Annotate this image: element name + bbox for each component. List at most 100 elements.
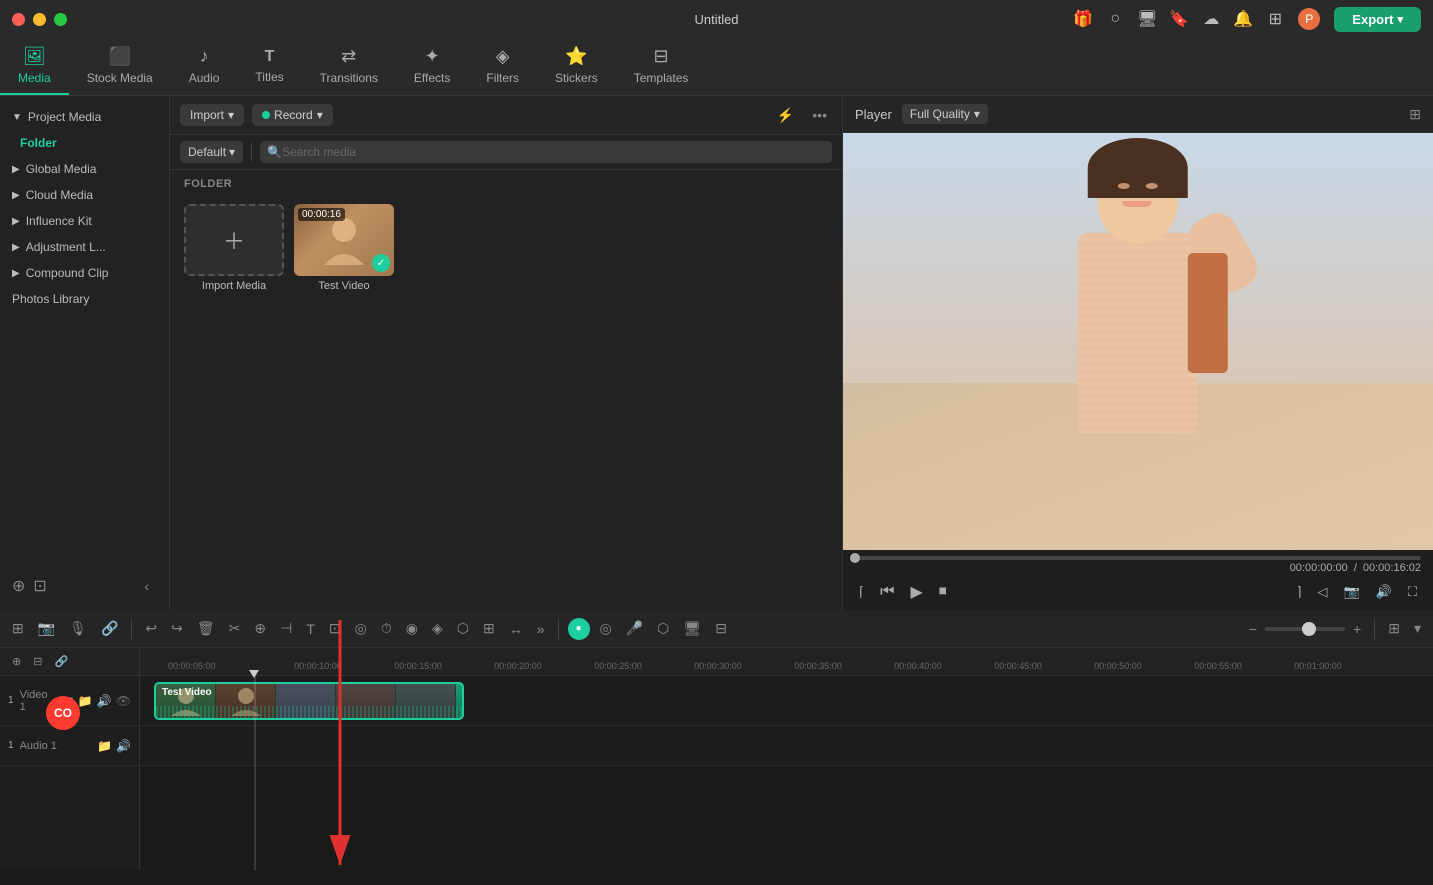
mic-button[interactable]: 🎤 <box>622 618 647 639</box>
filter-icon[interactable]: ⚡ <box>772 105 799 126</box>
color-button[interactable]: ⬡ <box>453 618 473 639</box>
minimize-button[interactable] <box>33 13 46 26</box>
sidebar-item-adjustment[interactable]: ▶ Adjustment L... <box>0 234 169 260</box>
sidebar-item-project-media[interactable]: ▼ Project Media <box>0 104 169 130</box>
collapse-icon[interactable]: ‹ <box>136 570 157 602</box>
layout-button[interactable]: ⊞ <box>1384 618 1404 639</box>
mark-out-button[interactable]: ⌉ <box>1292 582 1305 602</box>
add-track-icon[interactable]: ⊞ <box>8 618 28 639</box>
add-item-icon[interactable]: ⊡ <box>33 576 46 596</box>
zoom-thumb[interactable] <box>1302 622 1316 636</box>
tab-templates[interactable]: ⊟ Templates <box>616 38 707 95</box>
camera-track-icon[interactable]: 📷 <box>34 618 59 639</box>
record-button[interactable]: Record ▾ <box>252 104 333 126</box>
split-button[interactable]: ⊣ <box>276 618 296 639</box>
player-video <box>843 133 1433 550</box>
transition-tl-button[interactable]: ↔ <box>505 619 527 639</box>
play-button[interactable]: ▶ <box>906 580 926 604</box>
sidebar-item-global-media[interactable]: ▶ Global Media <box>0 156 169 182</box>
stop-button[interactable]: ⏹ <box>935 581 951 603</box>
zoom-slider[interactable] <box>1265 627 1345 631</box>
add-folder-icon[interactable]: ⊕ <box>12 576 25 596</box>
layout-chevron-button[interactable]: ▾ <box>1410 618 1425 639</box>
avatar-icon[interactable]: P <box>1298 8 1320 30</box>
audio-volume-icon[interactable]: 🔊 <box>116 739 131 753</box>
sidebar-item-influence-kit[interactable]: ▶ Influence Kit <box>0 208 169 234</box>
apps-icon[interactable]: ⊞ <box>1266 10 1284 28</box>
audio-track-icon[interactable]: 🎙 <box>65 618 91 639</box>
mark-in-button[interactable]: ⌈ <box>855 582 868 602</box>
zoom-out-button[interactable]: − <box>1245 619 1261 639</box>
screen-button[interactable]: 🖥 <box>679 618 705 639</box>
fullscreen-button[interactable]: ⛶ <box>1404 582 1421 602</box>
add-video-track-icon[interactable]: ⊕ <box>8 653 25 670</box>
video-folder-icon[interactable]: 📁 <box>78 694 93 708</box>
motion-button[interactable]: ◉ <box>402 618 422 639</box>
step-back-button[interactable]: ⏮ <box>876 581 898 603</box>
timer-button[interactable]: ⏱ <box>377 618 396 639</box>
close-button[interactable] <box>12 13 25 26</box>
player-progress[interactable]: 00:00:00:00 / 00:00:16:02 <box>843 550 1433 576</box>
tab-audio[interactable]: ♪ Audio <box>171 38 238 95</box>
progress-handle[interactable] <box>850 553 860 563</box>
progress-bar[interactable] <box>855 556 1421 560</box>
video-eye-icon[interactable]: 👁 <box>116 694 131 708</box>
gift-icon[interactable]: 🎁 <box>1074 10 1092 28</box>
tab-titles[interactable]: T Titles <box>237 38 301 95</box>
monitor-icon[interactable]: 🖥 <box>1138 10 1156 28</box>
prev-frame-button[interactable]: ◁ <box>1314 582 1332 602</box>
playhead-button[interactable]: ● <box>568 618 590 640</box>
tab-stock-media[interactable]: ⬛ Stock Media <box>69 38 171 95</box>
import-button[interactable]: Import ▾ <box>180 104 244 126</box>
search-wrapper: 🔍 <box>260 141 832 163</box>
pip-button[interactable]: ⊟ <box>711 618 731 639</box>
video-volume-icon[interactable]: 🔊 <box>97 694 112 708</box>
ai-button[interactable]: » <box>533 619 549 639</box>
sidebar-item-folder[interactable]: Folder <box>0 130 169 156</box>
playhead[interactable] <box>254 676 256 870</box>
snapshot-button[interactable]: 📷 <box>1340 582 1364 602</box>
test-video-item[interactable]: 00:00:16 ✓ Test Video <box>294 204 394 600</box>
tab-filters[interactable]: ◈ Filters <box>468 38 537 95</box>
track-settings-icon[interactable]: ⊟ <box>29 653 46 670</box>
sidebar-item-cloud-media[interactable]: ▶ Cloud Media <box>0 182 169 208</box>
player-grid-icon[interactable]: ⊞ <box>1409 106 1421 123</box>
mask-button[interactable]: ◎ <box>351 618 371 639</box>
undo-button[interactable]: ↩ <box>141 618 161 639</box>
timeline-clip[interactable]: Test Video <box>154 682 464 720</box>
tab-media[interactable]: 🖼 Media <box>0 38 69 95</box>
sidebar-item-photos-library[interactable]: Photos Library <box>0 286 169 312</box>
more-options-icon[interactable]: ••• <box>807 105 832 125</box>
crop-button[interactable]: ⊡ <box>325 618 345 639</box>
stabilize-button[interactable]: ◈ <box>428 618 447 639</box>
bell-icon[interactable]: 🔔 <box>1234 10 1252 28</box>
track-link-icon[interactable]: 🔗 <box>50 653 72 670</box>
text-tool-button[interactable]: T <box>302 619 319 639</box>
quality-selector[interactable]: Full Quality ▾ <box>902 104 988 124</box>
export-button[interactable]: Export <box>1334 7 1421 32</box>
maximize-button[interactable] <box>54 13 67 26</box>
tab-stickers-label: Stickers <box>555 71 598 85</box>
search-input[interactable] <box>260 141 832 163</box>
circle-icon[interactable]: ○ <box>1106 10 1124 28</box>
tab-effects[interactable]: ✦ Effects <box>396 38 468 95</box>
sidebar-project-section: ▼ Project Media Folder ▶ Global Media ▶ … <box>0 96 169 320</box>
link-track-icon[interactable]: 🔗 <box>97 618 122 639</box>
adjust-button[interactable]: ⊞ <box>479 618 499 639</box>
volume-button[interactable]: 🔊 <box>1372 582 1396 602</box>
redo-button[interactable]: ↪ <box>167 618 187 639</box>
tab-stickers[interactable]: ⭐ Stickers <box>537 38 616 95</box>
cloud-icon[interactable]: ☁ <box>1202 10 1220 28</box>
bookmark-icon[interactable]: 🔖 <box>1170 10 1188 28</box>
tab-transitions[interactable]: ⇄ Transitions <box>302 38 396 95</box>
delete-button[interactable]: 🗑 <box>193 618 219 639</box>
cut-button[interactable]: ✂ <box>225 618 245 639</box>
sort-button[interactable]: Default ▾ <box>180 141 243 163</box>
add-clip-button[interactable]: ⊕ <box>250 618 270 639</box>
ai2-button[interactable]: ⬡ <box>653 618 673 639</box>
zoom-in-button[interactable]: + <box>1349 619 1365 639</box>
sidebar-item-compound-clip[interactable]: ▶ Compound Clip <box>0 260 169 286</box>
import-media-item[interactable]: ＋ Import Media <box>184 204 284 600</box>
speed-button[interactable]: ◎ <box>596 618 616 639</box>
audio-folder-icon[interactable]: 📁 <box>97 739 112 753</box>
